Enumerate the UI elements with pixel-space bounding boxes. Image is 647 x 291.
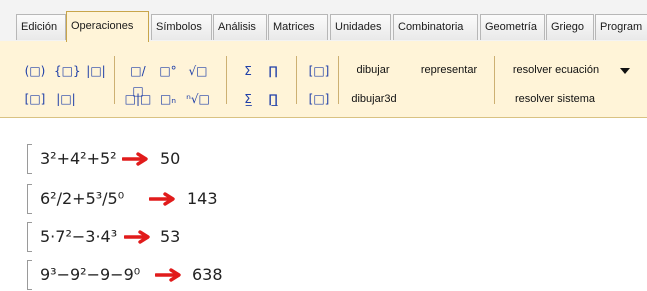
tab-geometria[interactable]: Geometría <box>480 14 545 40</box>
sum-limits-button[interactable]: Σ̲ <box>238 89 258 109</box>
tab-edicion[interactable]: Edición <box>16 14 66 40</box>
sum-button[interactable]: Σ <box>238 61 258 81</box>
cell-bracket[interactable] <box>27 260 32 290</box>
evaluate-numeric-button[interactable]: [□] <box>308 89 330 109</box>
ribbon-separator <box>338 56 339 104</box>
degree-button[interactable]: □° <box>157 61 179 81</box>
dibujar3d-button[interactable]: dibujar3d <box>345 89 403 109</box>
tab-combinatoria[interactable]: Combinatoria <box>393 14 478 40</box>
ribbon-separator <box>296 56 297 104</box>
dibujar-button[interactable]: dibujar <box>346 60 400 80</box>
tab-simbolos[interactable]: Símbolos <box>151 14 212 40</box>
subscript-button[interactable]: □ₙ <box>157 89 179 109</box>
mixed-fraction-button[interactable]: □|□ <box>122 89 154 109</box>
resolver-ecuacion-button[interactable]: resolver ecuación <box>501 60 611 80</box>
evaluate-button[interactable]: [□] <box>308 61 330 81</box>
parentheses-button[interactable]: (□) <box>24 61 46 81</box>
cell-bracket[interactable] <box>27 144 32 174</box>
tab-bar: Edición Operaciones Símbolos Análisis Ma… <box>0 0 647 42</box>
tab-unidades[interactable]: Unidades <box>330 14 391 40</box>
tab-griego[interactable]: Griego <box>546 14 594 40</box>
brackets-button[interactable]: [□] <box>24 89 46 109</box>
nth-root-button[interactable]: ⁿ√□ <box>186 89 210 109</box>
result-value: 50 <box>160 149 181 168</box>
expression-input[interactable]: 5·7²−3·4³ <box>40 226 117 248</box>
cell-bracket[interactable] <box>27 222 32 252</box>
worksheet: 3²+4²+5² 50 6²/2+5³/5⁰ 143 5·7²−3·4³ 53 … <box>0 118 647 291</box>
ribbon-separator <box>226 56 227 104</box>
arrow-right-icon <box>149 192 175 206</box>
tab-operaciones[interactable]: Operaciones <box>66 11 149 42</box>
expression-input[interactable]: 9³−9²−9−9⁰ <box>40 264 140 286</box>
expression-input[interactable]: 3²+4²+5² <box>40 148 117 170</box>
arrow-right-icon <box>155 268 181 282</box>
expression-input[interactable]: 6²/2+5³/5⁰ <box>40 188 124 210</box>
arrow-right-icon <box>124 230 150 244</box>
sqrt-button[interactable]: √□ <box>186 61 210 81</box>
arrow-right-icon <box>122 152 148 166</box>
tab-analisis[interactable]: Análisis <box>213 14 267 40</box>
cell-bracket[interactable] <box>27 184 32 214</box>
result-value: 53 <box>160 227 181 246</box>
norm-button[interactable]: |□| <box>54 89 78 109</box>
result-value: 638 <box>192 265 223 284</box>
representar-button[interactable]: representar <box>410 60 488 80</box>
absolute-value-button[interactable]: |□| <box>84 61 108 81</box>
resolver-sistema-button[interactable]: resolver sistema <box>503 89 607 109</box>
ribbon-separator <box>114 56 115 104</box>
fraction-button[interactable]: □/□ <box>126 61 150 98</box>
tab-programacion[interactable]: Program <box>595 14 647 40</box>
product-limits-button[interactable]: ∏̲ <box>263 89 283 109</box>
result-value: 143 <box>187 189 218 208</box>
braces-button[interactable]: {□} <box>54 61 81 81</box>
chevron-down-icon[interactable] <box>620 68 630 74</box>
ribbon-separator <box>494 56 495 104</box>
tab-matrices[interactable]: Matrices <box>268 14 328 40</box>
product-button[interactable]: ∏ <box>263 61 283 81</box>
ribbon-toolbar: (□) {□} |□| [□] |□| □/□ □° √□ □|□ □ₙ ⁿ√□… <box>0 41 647 118</box>
